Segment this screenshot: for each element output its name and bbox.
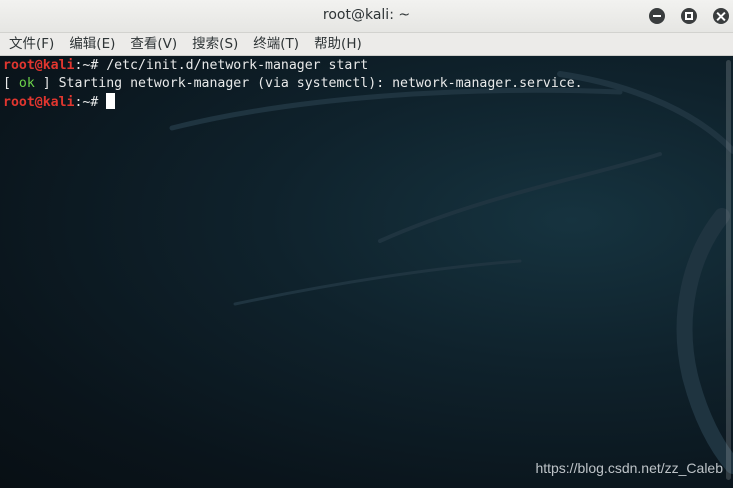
maximize-icon (685, 12, 693, 20)
close-button[interactable] (713, 8, 729, 24)
prompt-user: root@kali (3, 95, 75, 110)
title-bar[interactable]: root@kali: ~ (0, 0, 733, 33)
window-title: root@kali: ~ (322, 7, 411, 23)
minimize-button[interactable] (649, 8, 665, 24)
terminal-line: root@kali:~# (3, 93, 583, 112)
prompt-path: :~# (74, 58, 107, 73)
terminal-area[interactable]: root@kali:~# /etc/init.d/network-manager… (0, 56, 733, 488)
scrollbar[interactable] (723, 56, 733, 488)
status-message: Starting network-manager (via systemctl)… (58, 76, 583, 91)
menu-search[interactable]: 搜索(S) (192, 33, 238, 55)
prompt-path: :~# (74, 95, 107, 110)
terminal-output: root@kali:~# /etc/init.d/network-manager… (3, 57, 583, 112)
menu-bar: 文件(F) 编辑(E) 查看(V) 搜索(S) 终端(T) 帮助(H) (0, 33, 733, 56)
terminal-line: [ ok ] Starting network-manager (via sys… (3, 75, 583, 93)
kali-dragon-background (169, 71, 733, 474)
status-bracket-close: ] (34, 76, 59, 91)
command-text: /etc/init.d/network-manager start (106, 58, 369, 73)
text-cursor (106, 93, 116, 109)
menu-help[interactable]: 帮助(H) (314, 33, 362, 55)
watermark: https://blog.csdn.net/zz_Caleb (535, 460, 723, 476)
menu-edit[interactable]: 编辑(E) (69, 33, 115, 55)
minimize-icon (653, 15, 661, 17)
status-bracket-open: [ (3, 76, 19, 91)
status-ok: ok (18, 76, 35, 91)
terminal-line: root@kali:~# /etc/init.d/network-manager… (3, 57, 583, 75)
maximize-button[interactable] (681, 8, 697, 24)
close-icon (717, 12, 726, 21)
scrollbar-thumb[interactable] (726, 60, 731, 480)
menu-file[interactable]: 文件(F) (9, 33, 54, 55)
prompt-user: root@kali (3, 58, 75, 73)
menu-view[interactable]: 查看(V) (130, 33, 177, 55)
menu-terminal[interactable]: 终端(T) (253, 33, 299, 55)
